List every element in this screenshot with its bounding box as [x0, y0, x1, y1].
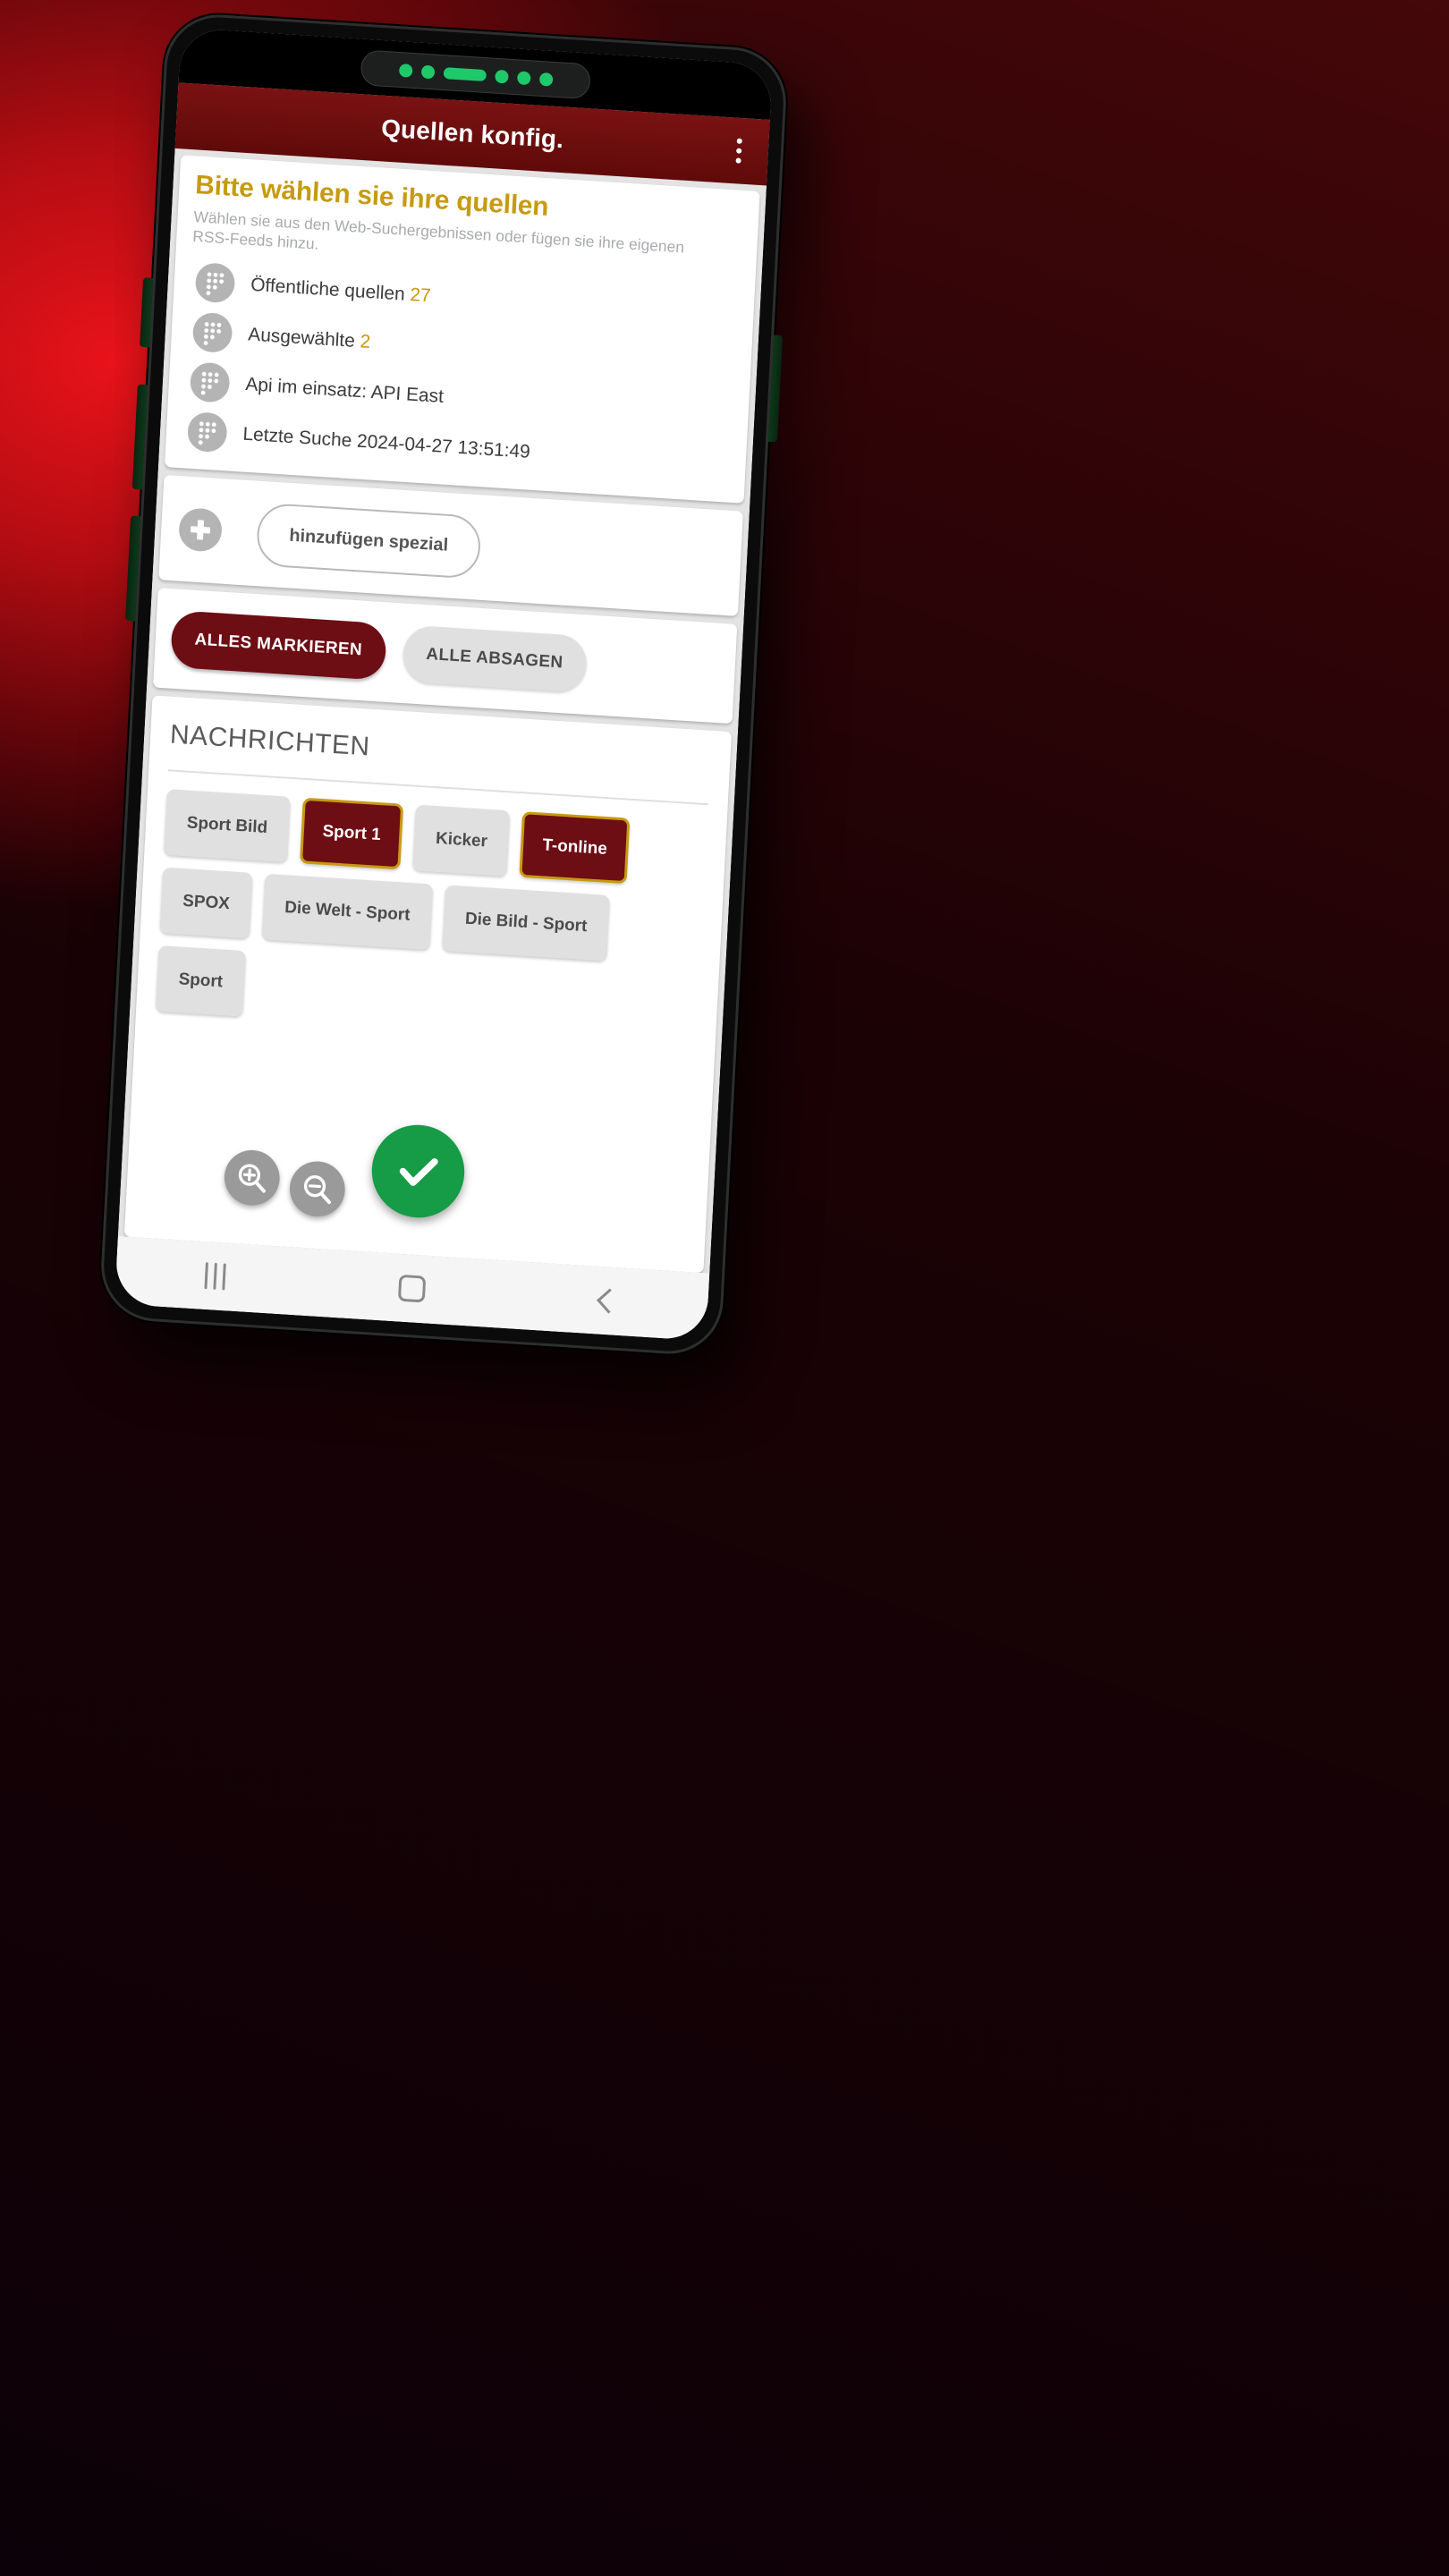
phone-screen: Quellen konfig. Bitte wählen sie ihre qu…	[114, 27, 774, 1342]
source-chip[interactable]: T-online	[519, 811, 631, 885]
notch-dot-icon	[516, 70, 531, 85]
source-chip[interactable]: Die Welt - Sport	[261, 873, 434, 951]
info-value-text: 27	[409, 284, 432, 307]
select-all-button[interactable]: ALLES MARKIEREN	[170, 610, 387, 681]
info-label-text: Ausgewählte	[247, 324, 356, 352]
deselect-all-button[interactable]: ALLE ABSAGEN	[401, 624, 588, 694]
source-chip[interactable]: Sport 1	[299, 797, 404, 870]
info-row-label: Letzte Suche 2024-04-27 13:51:49	[242, 423, 531, 462]
info-value-text: 2	[359, 331, 371, 353]
info-row-label: Öffentliche quellen 27	[250, 275, 432, 308]
more-vert-icon[interactable]	[724, 130, 753, 173]
braille-dots-icon	[189, 361, 231, 403]
scroll-content[interactable]: Bitte wählen sie ihre quellen Wählen sie…	[117, 148, 767, 1274]
phone-device: Quellen konfig. Bitte wählen sie ihre qu…	[98, 11, 789, 1358]
info-card: Bitte wählen sie ihre quellen Wählen sie…	[164, 155, 760, 504]
home-square-icon[interactable]	[371, 1263, 453, 1314]
info-label-text: Öffentliche quellen	[250, 274, 406, 305]
source-chip[interactable]: Sport Bild	[164, 789, 291, 863]
info-row-label: Ausgewählte 2	[248, 325, 371, 353]
notch-pill-icon	[443, 66, 487, 81]
braille-dots-icon	[186, 411, 228, 453]
notch-dot-icon	[538, 72, 554, 87]
braille-dots-icon	[191, 311, 233, 354]
source-chip[interactable]: Die Bild - Sport	[442, 885, 611, 962]
page-title: Quellen konfig.	[380, 114, 564, 154]
source-chip-list: Sport Bild Sport 1 Kicker T-online SPOX …	[155, 789, 708, 1045]
notch-dot-icon	[420, 64, 435, 79]
recents-icon[interactable]	[174, 1250, 256, 1301]
app-root: Quellen konfig. Bitte wählen sie ihre qu…	[114, 27, 774, 1342]
notch-dot-icon	[494, 69, 509, 84]
info-row-label: Api im einsatz: API East	[244, 374, 445, 408]
back-chevron-icon[interactable]	[568, 1275, 650, 1326]
add-special-button[interactable]: hinzufügen spezial	[255, 502, 482, 580]
source-chip[interactable]: Kicker	[412, 804, 511, 877]
notch-dot-icon	[398, 63, 413, 78]
source-chip[interactable]: SPOX	[159, 867, 253, 939]
plus-circle-icon[interactable]	[177, 507, 224, 553]
braille-dots-icon	[194, 262, 236, 304]
source-chip[interactable]: Sport	[155, 945, 246, 1017]
check-icon	[399, 1157, 438, 1186]
